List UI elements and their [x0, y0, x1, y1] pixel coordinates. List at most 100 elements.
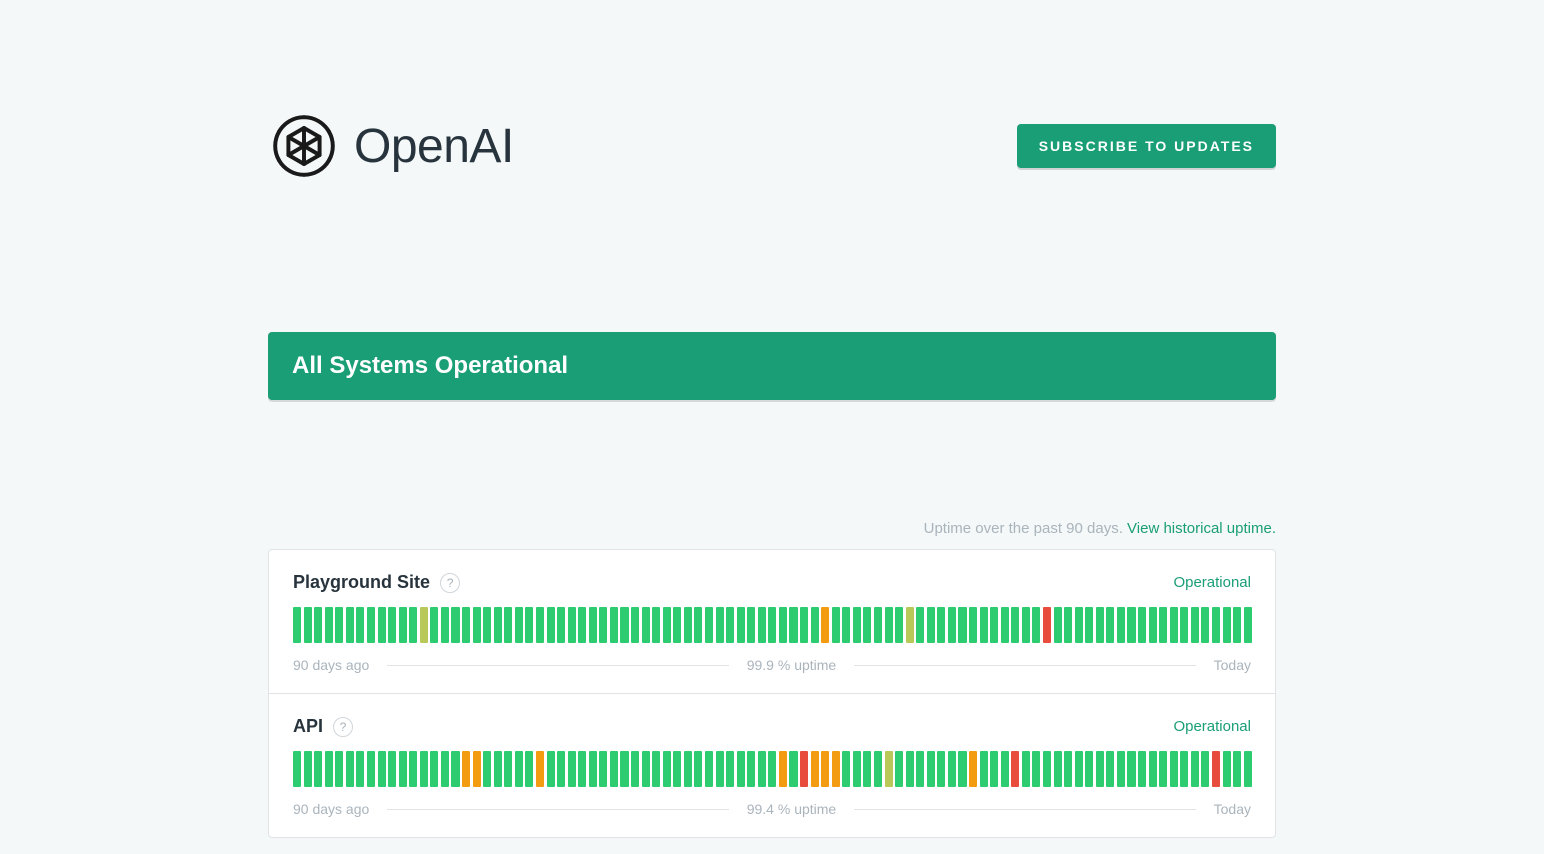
uptime-day-bar[interactable] [842, 751, 850, 787]
uptime-day-bar[interactable] [1159, 607, 1167, 643]
uptime-day-bar[interactable] [1180, 607, 1188, 643]
uptime-day-bar[interactable] [430, 607, 438, 643]
uptime-day-bar[interactable] [367, 751, 375, 787]
uptime-day-bar[interactable] [1001, 751, 1009, 787]
uptime-day-bar[interactable] [325, 751, 333, 787]
uptime-day-bar[interactable] [1096, 607, 1104, 643]
uptime-day-bar[interactable] [927, 751, 935, 787]
uptime-day-bar[interactable] [906, 607, 914, 643]
help-icon[interactable]: ? [440, 573, 460, 593]
uptime-day-bar[interactable] [937, 607, 945, 643]
uptime-day-bar[interactable] [1201, 607, 1209, 643]
uptime-day-bar[interactable] [1001, 607, 1009, 643]
uptime-day-bar[interactable] [895, 607, 903, 643]
uptime-day-bar[interactable] [1159, 751, 1167, 787]
uptime-day-bar[interactable] [399, 607, 407, 643]
uptime-day-bar[interactable] [1096, 751, 1104, 787]
uptime-day-bar[interactable] [726, 607, 734, 643]
historical-uptime-link[interactable]: View historical uptime. [1127, 520, 1276, 537]
uptime-day-bar[interactable] [1106, 751, 1114, 787]
uptime-day-bar[interactable] [1022, 751, 1030, 787]
uptime-day-bar[interactable] [610, 607, 618, 643]
uptime-day-bar[interactable] [504, 607, 512, 643]
uptime-day-bar[interactable] [853, 607, 861, 643]
uptime-day-bar[interactable] [980, 607, 988, 643]
uptime-day-bar[interactable] [853, 751, 861, 787]
uptime-day-bar[interactable] [631, 751, 639, 787]
uptime-day-bar[interactable] [599, 607, 607, 643]
uptime-day-bar[interactable] [1011, 751, 1019, 787]
uptime-day-bar[interactable] [1106, 607, 1114, 643]
uptime-day-bar[interactable] [673, 607, 681, 643]
uptime-day-bar[interactable] [642, 607, 650, 643]
uptime-day-bar[interactable] [948, 751, 956, 787]
uptime-day-bar[interactable] [1032, 607, 1040, 643]
uptime-day-bar[interactable] [747, 607, 755, 643]
uptime-day-bar[interactable] [737, 607, 745, 643]
uptime-day-bar[interactable] [969, 607, 977, 643]
uptime-day-bar[interactable] [525, 751, 533, 787]
uptime-day-bar[interactable] [409, 607, 417, 643]
uptime-day-bar[interactable] [620, 607, 628, 643]
uptime-day-bar[interactable] [536, 607, 544, 643]
uptime-day-bar[interactable] [652, 751, 660, 787]
uptime-day-bar[interactable] [1212, 607, 1220, 643]
uptime-day-bar[interactable] [1244, 751, 1252, 787]
uptime-day-bar[interactable] [568, 607, 576, 643]
uptime-day-bar[interactable] [1223, 751, 1231, 787]
uptime-day-bar[interactable] [473, 751, 481, 787]
uptime-day-bar[interactable] [705, 607, 713, 643]
uptime-day-bar[interactable] [673, 751, 681, 787]
uptime-day-bar[interactable] [779, 751, 787, 787]
uptime-day-bar[interactable] [1212, 751, 1220, 787]
uptime-day-bar[interactable] [515, 607, 523, 643]
uptime-day-bar[interactable] [652, 607, 660, 643]
uptime-day-bar[interactable] [1117, 751, 1125, 787]
uptime-day-bar[interactable] [1011, 607, 1019, 643]
subscribe-button[interactable]: SUBSCRIBE TO UPDATES [1017, 124, 1276, 168]
uptime-day-bar[interactable] [346, 751, 354, 787]
uptime-day-bar[interactable] [314, 607, 322, 643]
uptime-day-bar[interactable] [610, 751, 618, 787]
uptime-day-bar[interactable] [1233, 751, 1241, 787]
uptime-day-bar[interactable] [356, 751, 364, 787]
uptime-day-bar[interactable] [663, 607, 671, 643]
uptime-day-bar[interactable] [314, 751, 322, 787]
uptime-day-bar[interactable] [1223, 607, 1231, 643]
uptime-day-bar[interactable] [367, 607, 375, 643]
uptime-day-bar[interactable] [1022, 607, 1030, 643]
uptime-day-bar[interactable] [779, 607, 787, 643]
uptime-day-bar[interactable] [1233, 607, 1241, 643]
uptime-day-bar[interactable] [325, 607, 333, 643]
uptime-day-bar[interactable] [1043, 607, 1051, 643]
uptime-day-bar[interactable] [716, 607, 724, 643]
uptime-day-bar[interactable] [335, 751, 343, 787]
uptime-day-bar[interactable] [990, 751, 998, 787]
uptime-day-bar[interactable] [811, 751, 819, 787]
uptime-day-bar[interactable] [1191, 751, 1199, 787]
uptime-day-bar[interactable] [916, 607, 924, 643]
uptime-day-bar[interactable] [737, 751, 745, 787]
uptime-day-bar[interactable] [399, 751, 407, 787]
uptime-day-bar[interactable] [441, 607, 449, 643]
uptime-day-bar[interactable] [885, 751, 893, 787]
uptime-day-bar[interactable] [958, 751, 966, 787]
uptime-day-bar[interactable] [1117, 607, 1125, 643]
uptime-day-bar[interactable] [916, 751, 924, 787]
uptime-day-bar[interactable] [842, 607, 850, 643]
uptime-day-bar[interactable] [304, 607, 312, 643]
uptime-day-bar[interactable] [1075, 751, 1083, 787]
uptime-day-bar[interactable] [589, 607, 597, 643]
uptime-day-bar[interactable] [663, 751, 671, 787]
uptime-day-bar[interactable] [420, 607, 428, 643]
uptime-day-bar[interactable] [874, 751, 882, 787]
uptime-day-bar[interactable] [620, 751, 628, 787]
uptime-day-bar[interactable] [462, 607, 470, 643]
uptime-day-bar[interactable] [958, 607, 966, 643]
uptime-day-bar[interactable] [346, 607, 354, 643]
uptime-day-bar[interactable] [504, 751, 512, 787]
uptime-day-bar[interactable] [599, 751, 607, 787]
uptime-day-bar[interactable] [1054, 607, 1062, 643]
uptime-day-bar[interactable] [547, 607, 555, 643]
uptime-day-bar[interactable] [409, 751, 417, 787]
